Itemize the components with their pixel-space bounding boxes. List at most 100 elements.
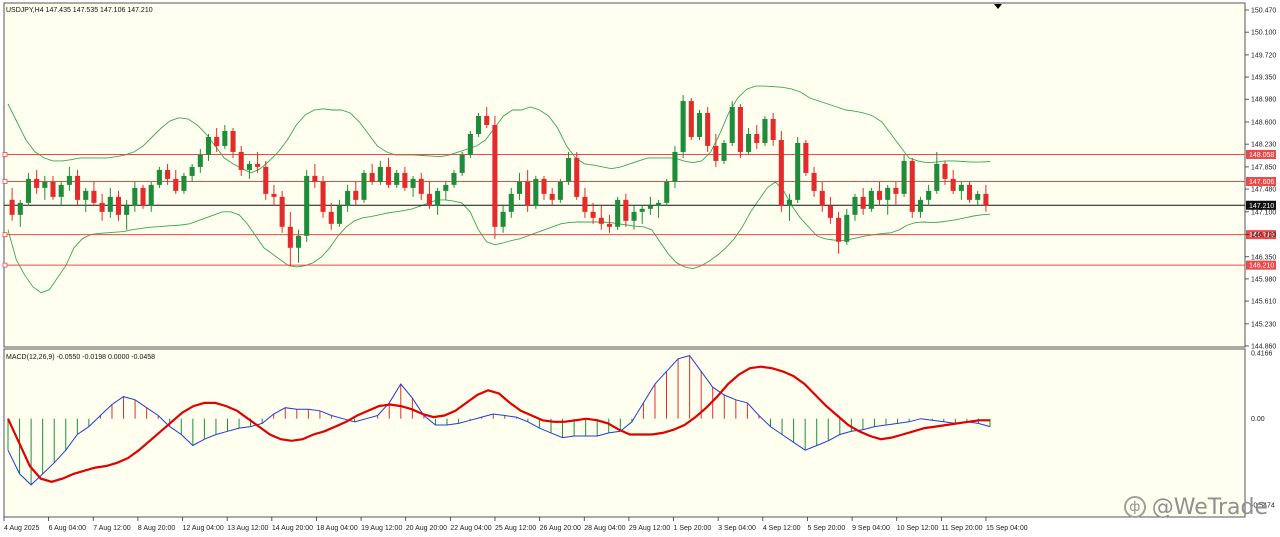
candle-body[interactable] bbox=[598, 217, 604, 224]
candle-body[interactable] bbox=[574, 157, 580, 197]
candle-body[interactable] bbox=[492, 124, 498, 227]
candle-body[interactable] bbox=[836, 217, 842, 242]
candle-body[interactable] bbox=[590, 211, 596, 218]
level-anchor-3[interactable] bbox=[2, 262, 8, 268]
candle-body[interactable] bbox=[385, 166, 392, 185]
candle-body[interactable] bbox=[705, 113, 711, 146]
candle-body[interactable] bbox=[549, 193, 555, 200]
candle-body[interactable] bbox=[345, 190, 351, 206]
candle-body[interactable] bbox=[680, 101, 686, 152]
candle-body[interactable] bbox=[656, 202, 662, 206]
candle-body[interactable] bbox=[950, 178, 956, 191]
candle-body[interactable] bbox=[17, 202, 23, 215]
candle-body[interactable] bbox=[566, 157, 572, 182]
candle-body[interactable] bbox=[91, 190, 97, 203]
candle-body[interactable] bbox=[58, 184, 64, 197]
level-anchor-0[interactable] bbox=[2, 152, 8, 157]
candle-body[interactable] bbox=[909, 160, 915, 212]
candle-body[interactable] bbox=[418, 178, 424, 194]
candle-body[interactable] bbox=[320, 181, 326, 212]
candle-body[interactable] bbox=[983, 193, 989, 206]
candle-body[interactable] bbox=[606, 223, 613, 227]
candle-body[interactable] bbox=[688, 101, 694, 137]
candle-body[interactable] bbox=[410, 178, 416, 188]
candle-body[interactable] bbox=[115, 196, 122, 215]
candle-body[interactable] bbox=[893, 187, 899, 194]
candle-body[interactable] bbox=[377, 166, 383, 182]
candle-body[interactable] bbox=[295, 235, 302, 248]
candle-body[interactable] bbox=[901, 160, 907, 194]
candle-body[interactable] bbox=[246, 163, 252, 170]
candle-body[interactable] bbox=[402, 172, 408, 188]
candle-body[interactable] bbox=[844, 214, 850, 242]
candle-body[interactable] bbox=[255, 163, 261, 167]
candle-body[interactable] bbox=[279, 196, 285, 227]
candle-body[interactable] bbox=[975, 193, 981, 200]
candle-body[interactable] bbox=[500, 211, 506, 227]
candle-body[interactable] bbox=[132, 187, 138, 206]
candle-body[interactable] bbox=[762, 119, 768, 143]
candle-body[interactable] bbox=[958, 184, 964, 191]
candle-body[interactable] bbox=[25, 178, 31, 203]
candle-body[interactable] bbox=[467, 133, 473, 155]
candle-body[interactable] bbox=[778, 139, 784, 206]
candle-body[interactable] bbox=[876, 190, 883, 200]
candle-body[interactable] bbox=[287, 226, 293, 248]
candle-body[interactable] bbox=[942, 163, 948, 179]
candle-body[interactable] bbox=[50, 181, 56, 197]
candle-body[interactable] bbox=[786, 199, 793, 206]
candle-body[interactable] bbox=[934, 163, 940, 191]
candle-body[interactable] bbox=[312, 175, 318, 182]
candle-body[interactable] bbox=[165, 169, 171, 179]
candle-body[interactable] bbox=[860, 196, 866, 209]
candle-body[interactable] bbox=[75, 175, 81, 200]
candle-body[interactable] bbox=[827, 205, 833, 218]
candle-body[interactable] bbox=[885, 187, 891, 200]
candle-body[interactable] bbox=[713, 145, 719, 161]
candle-body[interactable] bbox=[238, 151, 244, 170]
trading-chart[interactable]: 148.058147.606146.719146.210147.210 150.… bbox=[0, 0, 1280, 537]
candle-body[interactable] bbox=[34, 178, 40, 188]
candle-body[interactable] bbox=[672, 151, 678, 182]
candle-body[interactable] bbox=[336, 205, 342, 224]
candle-body[interactable] bbox=[508, 193, 514, 212]
candle-body[interactable] bbox=[746, 133, 752, 152]
candle-body[interactable] bbox=[42, 181, 48, 188]
candle-body[interactable] bbox=[484, 116, 490, 125]
candle-body[interactable] bbox=[557, 181, 563, 200]
candle-body[interactable] bbox=[66, 175, 72, 185]
candle-body[interactable] bbox=[917, 199, 923, 212]
candle-body[interactable] bbox=[525, 181, 531, 206]
candle-body[interactable] bbox=[369, 172, 375, 182]
candle-body[interactable] bbox=[639, 208, 645, 212]
candle-body[interactable] bbox=[107, 196, 113, 212]
candle-body[interactable] bbox=[426, 193, 432, 206]
level-anchor-2[interactable] bbox=[2, 232, 8, 238]
candle-body[interactable] bbox=[754, 133, 760, 143]
candle-body[interactable] bbox=[533, 178, 539, 206]
candle-body[interactable] bbox=[435, 190, 441, 206]
candle-body[interactable] bbox=[304, 175, 310, 236]
candle-body[interactable] bbox=[263, 166, 269, 194]
candle-body[interactable] bbox=[124, 205, 130, 215]
candle-body[interactable] bbox=[83, 190, 89, 200]
candle-body[interactable] bbox=[476, 116, 482, 134]
candle-body[interactable] bbox=[451, 172, 457, 185]
candle-body[interactable] bbox=[795, 142, 801, 200]
candle-body[interactable] bbox=[631, 211, 637, 221]
candle-body[interactable] bbox=[967, 184, 973, 200]
candle-body[interactable] bbox=[173, 178, 179, 191]
candle-body[interactable] bbox=[868, 190, 874, 209]
candle-body[interactable] bbox=[361, 172, 367, 200]
candle-body[interactable] bbox=[615, 199, 621, 227]
level-anchor-1[interactable] bbox=[2, 179, 8, 184]
candle-body[interactable] bbox=[516, 181, 522, 194]
candle-body[interactable] bbox=[623, 199, 629, 221]
candle-body[interactable] bbox=[214, 136, 220, 146]
candle-body[interactable] bbox=[647, 205, 653, 209]
candle-body[interactable] bbox=[696, 113, 703, 137]
candle-body[interactable] bbox=[394, 172, 400, 185]
candle-body[interactable] bbox=[582, 196, 588, 212]
candle-body[interactable] bbox=[729, 107, 735, 143]
candle-body[interactable] bbox=[181, 175, 187, 191]
